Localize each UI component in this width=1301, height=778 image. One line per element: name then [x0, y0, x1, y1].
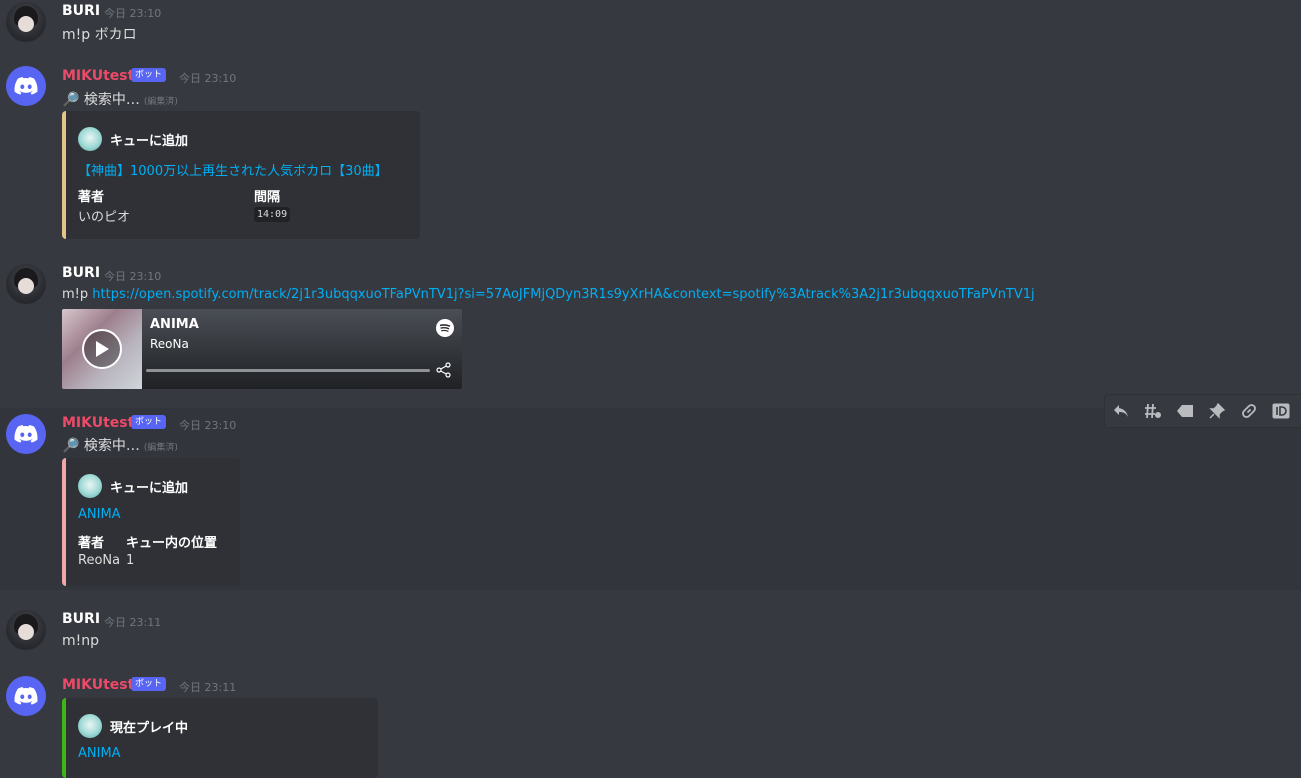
- username[interactable]: MIKUtest: [62, 415, 134, 431]
- avatar[interactable]: [6, 264, 46, 304]
- username[interactable]: BURI: [62, 611, 100, 627]
- embed-title[interactable]: ANIMA: [78, 507, 121, 522]
- tag-button[interactable]: [1169, 395, 1201, 427]
- avatar[interactable]: [6, 610, 46, 650]
- create-thread-button[interactable]: [1137, 395, 1169, 427]
- embed-author-name: キューに追加: [110, 133, 189, 149]
- duration-code: 14:09: [254, 207, 291, 222]
- embed-field-value: 14:09: [254, 206, 291, 222]
- embed-author-avatar: [78, 714, 102, 738]
- message-buri-3: BURI 今日 23:11 m!np: [0, 604, 1301, 660]
- timestamp: 今日 23:11: [179, 681, 237, 694]
- spotify-embed[interactable]: ANIMA ReoNa: [62, 309, 462, 389]
- message-mikutest-1: MIKUtest ボット 今日 23:10 🔎 検索中… (編集済) キューに追加…: [0, 60, 1301, 250]
- embed-author-name: 現在プレイ中: [110, 720, 189, 736]
- discord-icon: [14, 77, 38, 95]
- pin-button[interactable]: [1201, 395, 1233, 427]
- edited-label: (編集済): [143, 97, 178, 107]
- avatar[interactable]: [6, 2, 46, 42]
- spotify-icon[interactable]: [436, 319, 454, 337]
- embed-author: キューに追加: [78, 474, 188, 498]
- message-text: m!p ボカロ: [62, 27, 137, 43]
- username[interactable]: BURI: [62, 3, 100, 19]
- embed-author: 現在プレイ中: [78, 714, 188, 738]
- play-button[interactable]: [82, 329, 122, 369]
- reply-button[interactable]: [1105, 395, 1137, 427]
- embed-author-avatar: [78, 474, 102, 498]
- thread-icon: [1145, 403, 1161, 419]
- track-artist[interactable]: ReoNa: [150, 337, 189, 351]
- timestamp: 今日 23:10: [104, 270, 162, 283]
- message-text: m!np: [62, 633, 100, 649]
- reply-icon: [1114, 405, 1128, 417]
- avatar[interactable]: [6, 66, 46, 106]
- bot-tag: ボット: [131, 415, 167, 429]
- message-text: 🔎 検索中… (編集済): [62, 89, 178, 109]
- embed-title[interactable]: 【神曲】1000万以上再生された人気ボカロ【30曲】: [78, 160, 388, 179]
- share-icon[interactable]: [436, 362, 452, 378]
- avatar[interactable]: [6, 676, 46, 716]
- username[interactable]: MIKUtest: [62, 68, 134, 84]
- search-status: 🔎 検索中…: [62, 92, 140, 108]
- copy-link-button[interactable]: [1233, 395, 1265, 427]
- embed-card: キューに追加 ANIMA 著者 ReoNa キュー内の位置 1: [62, 458, 240, 586]
- timestamp: 今日 23:10: [104, 7, 162, 20]
- message-text: 🔎 検索中… (編集済): [62, 435, 178, 455]
- avatar[interactable]: [6, 414, 46, 454]
- username[interactable]: BURI: [62, 265, 100, 281]
- timestamp: 今日 23:11: [104, 616, 162, 629]
- track-title[interactable]: ANIMA: [150, 317, 199, 332]
- play-icon: [96, 341, 109, 357]
- embed-field-value: 1: [126, 553, 135, 568]
- embed-field-name: 著者: [78, 536, 105, 551]
- edited-label: (編集済): [143, 443, 178, 453]
- timestamp: 今日 23:10: [179, 72, 237, 85]
- discord-icon: [14, 687, 38, 705]
- pin-icon: [1209, 403, 1225, 419]
- copy-id-button[interactable]: [1265, 395, 1297, 427]
- bot-tag: ボット: [131, 677, 167, 691]
- command-prefix: m!p: [62, 287, 93, 302]
- progress-bar[interactable]: [146, 369, 430, 372]
- embed-field-value: いのピオ: [78, 210, 131, 225]
- embed-field-name: キュー内の位置: [126, 536, 218, 551]
- embed-field-value: ReoNa: [78, 553, 121, 568]
- embed-field-name: 間隔: [254, 190, 281, 205]
- embed-title[interactable]: ANIMA: [78, 746, 121, 761]
- spotify-link[interactable]: https://open.spotify.com/track/2j1r3ubqq…: [92, 287, 1034, 302]
- search-status: 🔎 検索中…: [62, 438, 140, 454]
- embed-card: 現在プレイ中 ANIMA: [62, 698, 378, 778]
- timestamp: 今日 23:10: [179, 419, 237, 432]
- message-mikutest-2: MIKUtest ボット 今日 23:10 🔎 検索中… (編集済) キューに追加…: [0, 408, 1301, 590]
- message-text: m!p https://open.spotify.com/track/2j1r3…: [62, 287, 1035, 302]
- embed-author: キューに追加: [78, 127, 188, 151]
- discord-icon: [14, 425, 38, 443]
- embed-author-name: キューに追加: [110, 480, 189, 496]
- embed-field-name: 著者: [78, 190, 105, 205]
- embed-author-avatar: [78, 127, 102, 151]
- username[interactable]: MIKUtest: [62, 677, 134, 693]
- label-icon: [1177, 405, 1193, 417]
- message-buri-1: BURI 今日 23:10 m!p ボカロ: [0, 0, 1301, 50]
- bot-tag: ボット: [131, 68, 167, 82]
- embed-card: キューに追加 【神曲】1000万以上再生された人気ボカロ【30曲】 著者 いのピ…: [62, 111, 420, 239]
- message-actions-toolbar: [1104, 394, 1301, 428]
- link-icon: [1242, 404, 1256, 418]
- id-icon: [1272, 403, 1290, 419]
- message-mikutest-3: MIKUtest ボット 今日 23:11 現在プレイ中 ANIMA: [0, 670, 1301, 778]
